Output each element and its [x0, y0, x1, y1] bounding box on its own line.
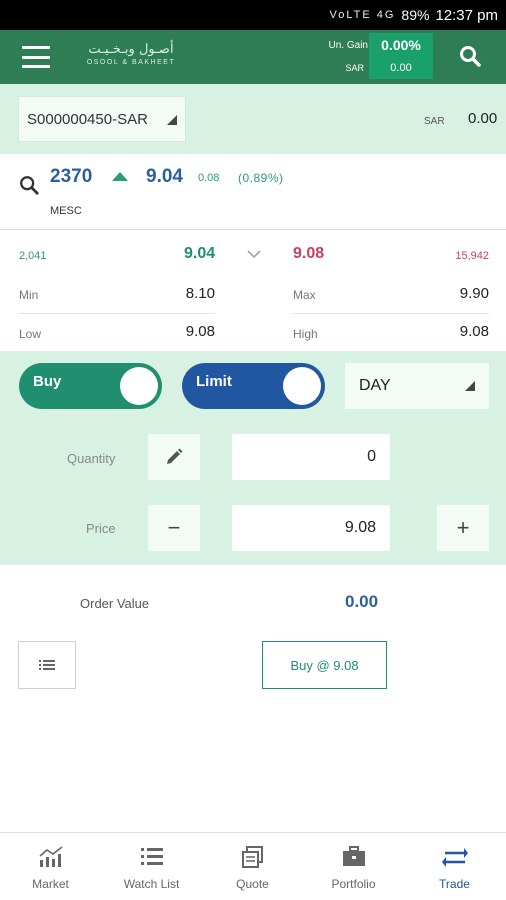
- max-label: Max: [293, 288, 316, 302]
- nav-portfolio[interactable]: Portfolio: [303, 833, 404, 900]
- nav-label: Quote: [236, 877, 269, 891]
- nav-market[interactable]: Market: [0, 833, 101, 900]
- bottom-navigation: Market Watch List Quote Portfolio Trade: [0, 832, 506, 900]
- min-cell: Min 8.10: [19, 276, 215, 314]
- ask-price: 9.08: [293, 245, 325, 262]
- high-value: 9.08: [459, 323, 489, 340]
- dropdown-triangle-icon: [465, 381, 475, 391]
- hamburger-menu-icon[interactable]: [22, 46, 50, 68]
- symbol-header: 2370 9.04 0.08 (0.89%) MESC: [0, 154, 506, 230]
- price-increment-button[interactable]: +: [437, 505, 489, 551]
- logo-arabic: أصـول وبـخـيـت: [88, 42, 174, 57]
- time-in-force-select[interactable]: DAY: [345, 363, 489, 409]
- quantity-input[interactable]: [232, 434, 390, 480]
- account-balance: 0.00: [468, 110, 498, 127]
- list-icon: [141, 848, 163, 865]
- gain-label: Un. Gain: [328, 40, 368, 51]
- order-list-button[interactable]: [18, 641, 76, 689]
- status-bar: VoLTE 4G 89% 12:37 pm: [0, 0, 506, 30]
- trade-arrows-icon: [442, 848, 468, 867]
- max-value: 9.90: [459, 285, 489, 302]
- bid-size: 2,041: [19, 250, 47, 262]
- search-icon[interactable]: [458, 44, 482, 68]
- buy-sell-toggle[interactable]: Buy: [19, 363, 162, 409]
- price-change-percent: (0.89%): [238, 171, 284, 185]
- side-label: Buy: [33, 373, 62, 390]
- toggle-knob: [120, 367, 158, 405]
- nav-label: Watch List: [123, 877, 180, 891]
- nav-trade[interactable]: Trade: [404, 833, 505, 900]
- submit-order-button[interactable]: Buy @ 9.08: [262, 641, 387, 689]
- symbol-name: MESC: [50, 205, 82, 217]
- min-label: Min: [19, 288, 39, 302]
- low-label: Low: [19, 327, 42, 341]
- order-entry-panel: Buy Limit DAY Quantity Price − +: [0, 351, 506, 565]
- up-arrow-icon: [112, 172, 128, 181]
- symbol-search-icon[interactable]: [18, 174, 40, 196]
- brand-logo: أصـول وبـخـيـت OSOOL & BAKHEET: [76, 42, 186, 74]
- unrealized-gain-box: 0.00% 0.00: [369, 33, 433, 79]
- price-input[interactable]: [232, 505, 390, 551]
- dropdown-triangle-icon: [167, 115, 177, 125]
- logo-english: OSOOL & BAKHEET: [86, 59, 176, 66]
- tif-value: DAY: [359, 377, 391, 394]
- symbol-code: 2370: [50, 166, 93, 187]
- quote-details: 2,041 9.04 9.08 15,942 Min 8.10 Max 9.90…: [0, 231, 506, 351]
- price-change: 0.08: [198, 172, 220, 184]
- quote-icon: [242, 846, 263, 868]
- quantity-label: Quantity: [67, 451, 116, 466]
- max-cell: Max 9.90: [293, 276, 489, 314]
- edit-quantity-button[interactable]: [148, 434, 200, 480]
- nav-label: Trade: [439, 877, 470, 891]
- market-chart-icon: [39, 846, 63, 867]
- account-number: S000000450-SAR: [27, 110, 148, 128]
- high-cell: High 9.08: [293, 315, 489, 353]
- status-time: 12:37 pm: [435, 6, 498, 24]
- nav-label: Market: [32, 877, 69, 891]
- toggle-knob: [283, 367, 321, 405]
- list-icon: [39, 660, 55, 670]
- low-cell: Low 9.08: [19, 315, 215, 353]
- price-decrement-button[interactable]: −: [148, 505, 200, 551]
- account-row: S000000450-SAR SAR 0.00: [0, 84, 506, 154]
- nav-label: Portfolio: [331, 877, 376, 891]
- battery-level: 89%: [401, 7, 430, 23]
- high-label: High: [293, 327, 318, 341]
- order-type-label: Limit: [196, 373, 232, 390]
- min-value: 8.10: [185, 285, 215, 302]
- gain-amount: 0.00: [390, 62, 412, 74]
- nav-watch-list[interactable]: Watch List: [101, 833, 202, 900]
- last-price: 9.04: [146, 166, 183, 187]
- order-value: 0.00: [345, 592, 379, 611]
- plus-icon: +: [456, 515, 470, 540]
- pencil-icon: [167, 448, 183, 464]
- price-label: Price: [86, 521, 116, 536]
- gain-currency-label: SAR: [345, 63, 364, 73]
- briefcase-icon: [343, 846, 365, 866]
- account-currency: SAR: [424, 116, 445, 127]
- order-type-toggle[interactable]: Limit: [182, 363, 325, 409]
- signal-icons: VoLTE 4G: [329, 9, 396, 21]
- minus-icon: −: [167, 515, 181, 540]
- low-value: 9.08: [185, 323, 215, 340]
- nav-quote[interactable]: Quote: [202, 833, 303, 900]
- ask-size: 15,942: [455, 250, 489, 262]
- gain-percent: 0.00%: [381, 37, 421, 53]
- order-value-label: Order Value: [80, 596, 150, 611]
- account-selector[interactable]: S000000450-SAR: [18, 96, 186, 142]
- chevron-down-icon[interactable]: [246, 248, 262, 260]
- bid-price: 9.04: [184, 245, 216, 262]
